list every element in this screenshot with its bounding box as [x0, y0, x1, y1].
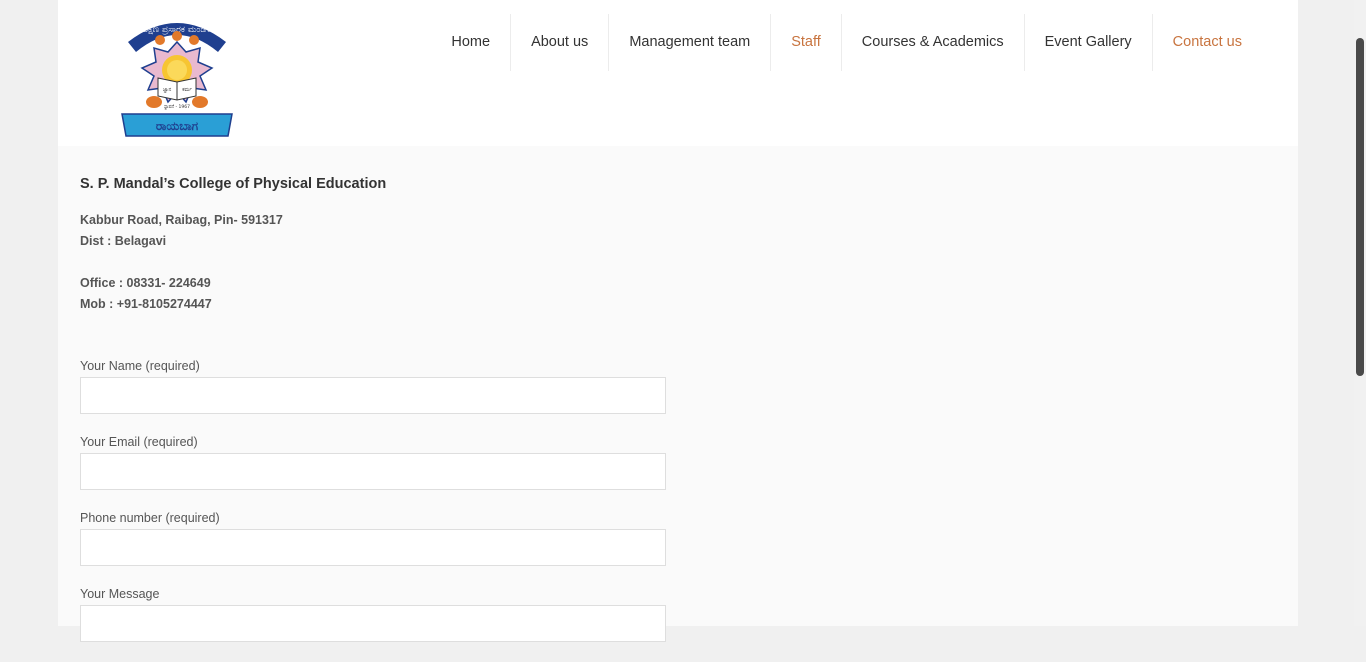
svg-text:ಸ್ಥಾಪನೆ - 1967: ಸ್ಥಾಪನೆ - 1967: [164, 104, 190, 111]
message-label: Your Message: [80, 587, 160, 601]
phone-label: Phone number (required): [80, 511, 220, 525]
address-line-2: Dist : Belagavi: [80, 234, 167, 248]
name-input[interactable]: [80, 377, 666, 414]
nav-management-team[interactable]: Management team: [608, 14, 770, 71]
message-input[interactable]: [80, 605, 666, 642]
name-label: Your Name (required): [80, 359, 200, 373]
site-header: ಶಿಕ್ಷಣ ಪ್ರಸಾರಕ ಮಂಡಳ ಜ್ಞಾನ ಕರ್ಮ ಸ್ಥಾಪನೆ -…: [58, 0, 1298, 146]
nav-staff[interactable]: Staff: [770, 14, 841, 71]
email-input[interactable]: [80, 453, 666, 490]
office-phone: Office : 08331- 224649: [80, 276, 211, 290]
address-line-1: Kabbur Road, Raibag, Pin- 591317: [80, 213, 283, 227]
page-scrollbar[interactable]: [1354, 0, 1366, 626]
nav-about-us[interactable]: About us: [510, 14, 608, 71]
svg-text:ಜ್ಞಾನ: ಜ್ಞಾನ: [163, 87, 172, 93]
nav-courses-academics[interactable]: Courses & Academics: [840, 14, 1024, 71]
logo-banner-text: ರಾಯಬಾಗ: [156, 119, 199, 133]
scrollbar-thumb[interactable]: [1356, 38, 1364, 376]
college-logo[interactable]: ಶಿಕ್ಷಣ ಪ್ರಸಾರಕ ಮಂಡಳ ಜ್ಞಾನ ಕರ್ಮ ಸ್ಥಾಪನೆ -…: [120, 12, 234, 142]
main-nav: Home About us Management team Staff Cour…: [431, 14, 1262, 71]
phone-input[interactable]: [80, 529, 666, 566]
page: ಶಿಕ್ಷಣ ಪ್ರಸಾರಕ ಮಂಡಳ ಜ್ಞಾನ ಕರ್ಮ ಸ್ಥಾಪನೆ -…: [58, 0, 1298, 642]
contact-info: S. P. Mandal’s College of Physical Educa…: [80, 176, 780, 315]
nav-contact-us[interactable]: Contact us: [1151, 14, 1262, 71]
mobile-phone: Mob : +91-8105274447: [80, 297, 212, 311]
college-name: S. P. Mandal’s College of Physical Educa…: [80, 176, 387, 192]
svg-text:ಕರ್ಮ: ಕರ್ಮ: [182, 87, 192, 93]
nav-event-gallery[interactable]: Event Gallery: [1023, 14, 1152, 71]
email-label: Your Email (required): [80, 435, 198, 449]
nav-home[interactable]: Home: [431, 14, 510, 71]
contact-form: Your Name (required) Your Email (require…: [80, 358, 666, 662]
